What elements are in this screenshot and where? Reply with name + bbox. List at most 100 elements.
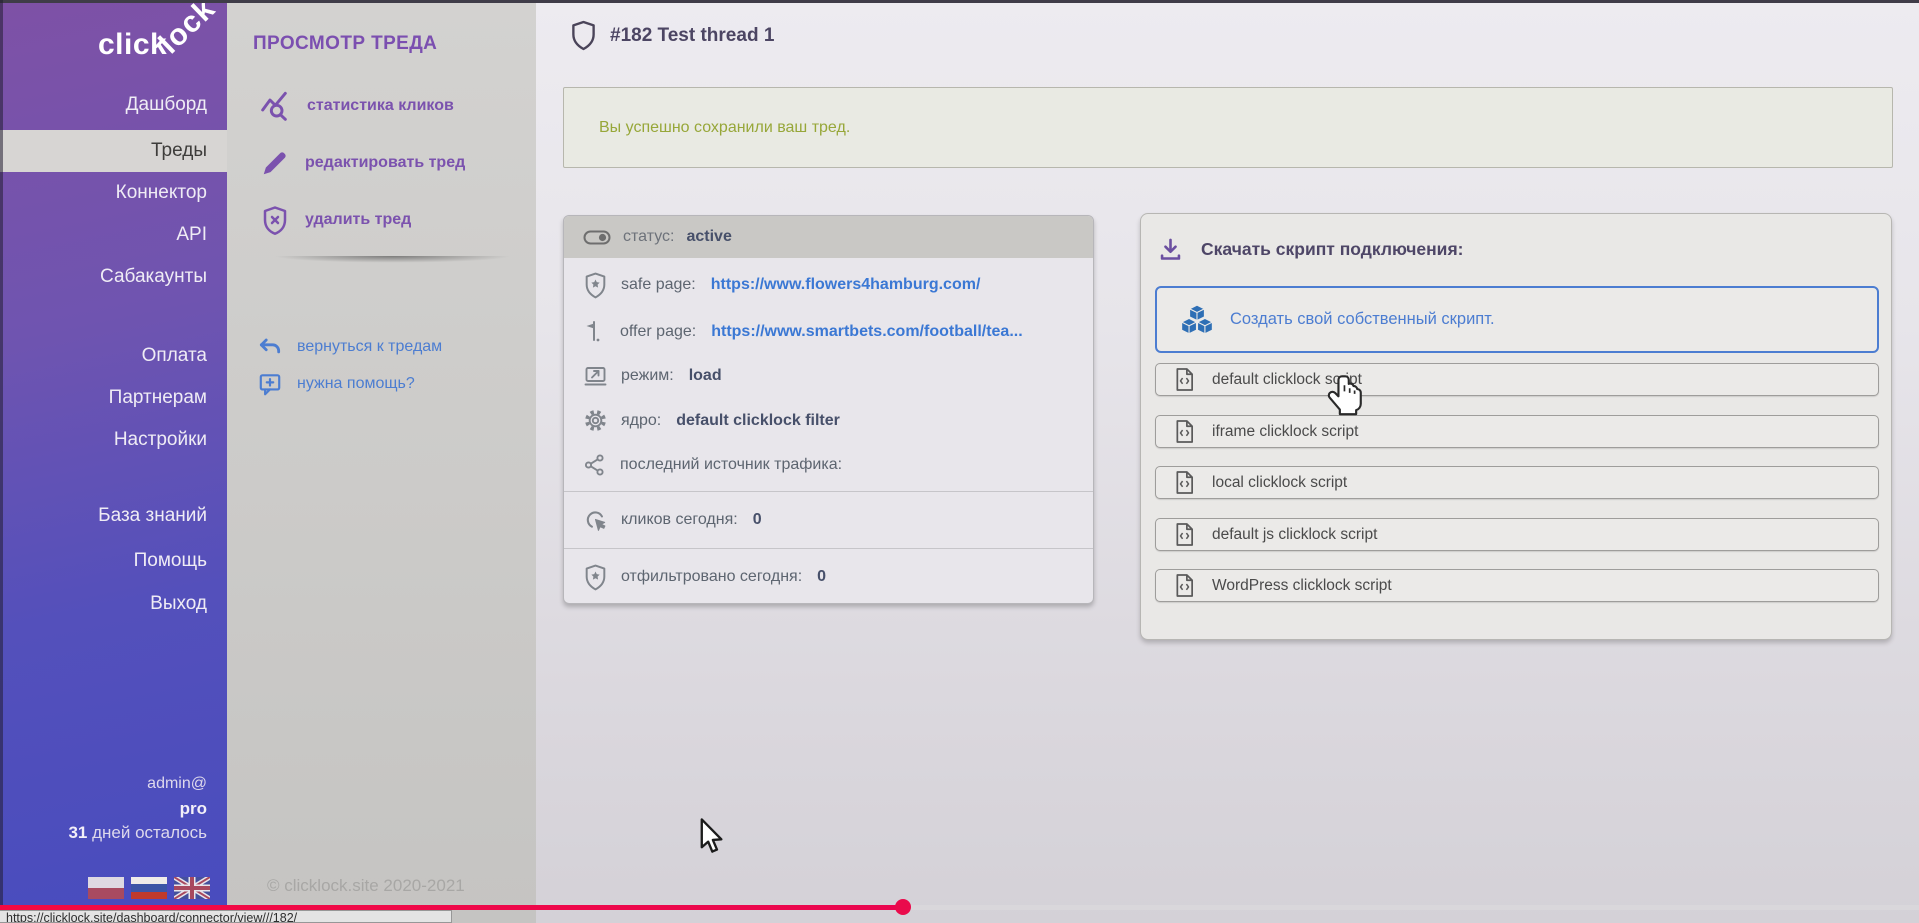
comment-plus-icon — [257, 371, 283, 397]
video-top-edge — [0, 0, 1919, 3]
shield-star-icon — [583, 272, 608, 299]
account-plan: pro — [0, 799, 227, 819]
undo-icon — [257, 336, 283, 358]
sidebar: click lock Дашборд Треды Коннектор API С… — [0, 0, 227, 923]
thread-submenu-panel: ПРОСМОТР ТРЕДА статистика кликов редакти… — [227, 0, 536, 923]
alert-text: Вы успешно сохранили ваш тред. — [599, 119, 850, 137]
shield-x-icon — [260, 205, 290, 235]
sidebar-item-threads[interactable]: Треды — [0, 130, 227, 172]
main-content: #182 Test thread 1 Вы успешно сохранили … — [536, 0, 1919, 923]
sidebar-item-subaccounts[interactable]: Сабакаунты — [0, 264, 227, 290]
safe-page-row: safe page: https://www.flowers4hamburg.c… — [564, 272, 1093, 299]
sidebar-item-logout[interactable]: Выход — [0, 591, 227, 617]
cubes-icon — [1179, 303, 1215, 337]
stat-label: кликов сегодня: — [621, 511, 738, 529]
copyright-text: © clicklock.site 2020-2021 — [267, 876, 465, 896]
sidebar-item-api[interactable]: API — [0, 222, 227, 248]
clicks-today-value: 0 — [753, 511, 762, 529]
file-code-icon — [1174, 522, 1195, 547]
gear-icon — [583, 408, 608, 433]
wordpress-clicklock-script-button[interactable]: WordPress clicklock script — [1155, 569, 1879, 602]
days-text: дней осталось — [87, 823, 207, 842]
core-row: ядро: default clicklock filter — [564, 408, 1093, 433]
poland-flag[interactable] — [88, 877, 124, 899]
mode-row: режим: load — [564, 364, 1093, 388]
delete-thread-action[interactable]: удалить тред — [260, 204, 411, 236]
offer-page-link[interactable]: https://www.smartbets.com/football/tea..… — [711, 323, 1022, 341]
link-preview-tooltip: https://clicklock.site/dashboard/connect… — [0, 910, 452, 923]
sidebar-item-connector[interactable]: Коннектор — [0, 180, 227, 206]
days-number: 31 — [68, 823, 87, 842]
page-title: #182 Test thread 1 — [610, 25, 774, 47]
sidebar-item-dashboard[interactable]: Дашборд — [0, 92, 227, 118]
status-value: active — [686, 228, 731, 246]
monitor-arrow-icon — [583, 364, 608, 388]
row-label: safe page: — [621, 276, 696, 294]
toggle-icon — [583, 229, 611, 246]
video-left-edge — [0, 0, 3, 905]
default-clicklock-script-button[interactable]: default clicklock script — [1155, 363, 1879, 396]
sidebar-item-help[interactable]: Помощь — [0, 548, 227, 574]
row-label: режим: — [621, 367, 674, 385]
row-label: offer page: — [620, 323, 696, 341]
primary-button-label: Создать свой собственный скрипт. — [1230, 310, 1495, 329]
section-shadow-divider — [249, 256, 536, 265]
account-days-left: 31 дней осталось — [0, 823, 227, 843]
uk-flag[interactable] — [174, 877, 210, 899]
filtered-today-row: отфильтровано сегодня: 0 — [564, 548, 1093, 604]
status-rows: safe page: https://www.flowers4hamburg.c… — [564, 258, 1093, 491]
action-label: статистика кликов — [307, 97, 454, 115]
last-traffic-source-row: последний источник трафика: — [564, 453, 1093, 477]
shield-star-icon — [583, 564, 608, 591]
russia-flag[interactable] — [131, 877, 167, 899]
iframe-clicklock-script-button[interactable]: iframe clicklock script — [1155, 415, 1879, 448]
share-icon — [583, 453, 607, 477]
link-label: вернуться к тредам — [297, 338, 442, 356]
default-js-clicklock-script-button[interactable]: default js clicklock script — [1155, 518, 1879, 551]
script-button-label: default clicklock script — [1212, 371, 1362, 389]
click-icon — [583, 508, 608, 533]
sidebar-item-payment[interactable]: Оплата — [0, 343, 227, 369]
flag-icon — [583, 319, 607, 345]
script-button-label: WordPress clicklock script — [1212, 577, 1392, 595]
script-button-label: iframe clicklock script — [1212, 423, 1358, 441]
link-label: нужна помощь? — [297, 375, 415, 393]
success-alert: Вы успешно сохранили ваш тред. — [563, 87, 1893, 168]
video-progress-handle[interactable] — [895, 899, 911, 915]
row-label: последний источник трафика: — [620, 456, 842, 474]
status-header-row: статус: active — [564, 216, 1093, 258]
action-label: удалить тред — [305, 211, 411, 229]
clicks-stats-icon — [260, 90, 292, 122]
back-to-threads-link[interactable]: вернуться к тредам — [257, 334, 442, 360]
edit-thread-action[interactable]: редактировать тред — [260, 147, 465, 179]
row-label: ядро: — [621, 412, 661, 430]
action-label: редактировать тред — [305, 154, 465, 172]
download-card-title: Скачать скрипт подключения: — [1201, 239, 1463, 260]
file-code-icon — [1174, 573, 1195, 598]
account-email: admin@ — [0, 775, 227, 793]
clicklock-logo: click lock — [98, 8, 223, 78]
sidebar-item-knowledge-base[interactable]: База знаний — [0, 503, 227, 529]
click-stats-action[interactable]: статистика кликов — [260, 90, 454, 122]
download-scripts-card: Скачать скрипт подключения: — [1140, 213, 1892, 640]
create-own-script-button[interactable]: Создать свой собственный скрипт. — [1155, 286, 1879, 353]
stat-label: отфильтровано сегодня: — [621, 568, 802, 586]
local-clicklock-script-button[interactable]: local clicklock script — [1155, 466, 1879, 499]
offer-page-row: offer page: https://www.smartbets.com/fo… — [564, 319, 1093, 345]
file-code-icon — [1174, 419, 1195, 444]
script-button-label: default js clicklock script — [1212, 526, 1377, 544]
core-value: default clicklock filter — [676, 412, 840, 430]
sidebar-item-settings[interactable]: Настройки — [0, 427, 227, 453]
download-icon — [1157, 236, 1184, 263]
pencil-icon — [260, 148, 290, 178]
file-code-icon — [1174, 367, 1195, 392]
need-help-link[interactable]: нужна помощь? — [257, 371, 415, 397]
mode-value: load — [689, 367, 722, 385]
status-label: статус: — [623, 228, 674, 246]
sidebar-item-partners[interactable]: Партнерам — [0, 385, 227, 411]
clicks-today-row: кликов сегодня: 0 — [564, 491, 1093, 548]
thread-status-card: статус: active safe page: https://www.fl… — [563, 215, 1094, 604]
safe-page-link[interactable]: https://www.flowers4hamburg.com/ — [711, 276, 981, 294]
file-code-icon — [1174, 470, 1195, 495]
script-button-label: local clicklock script — [1212, 474, 1347, 492]
